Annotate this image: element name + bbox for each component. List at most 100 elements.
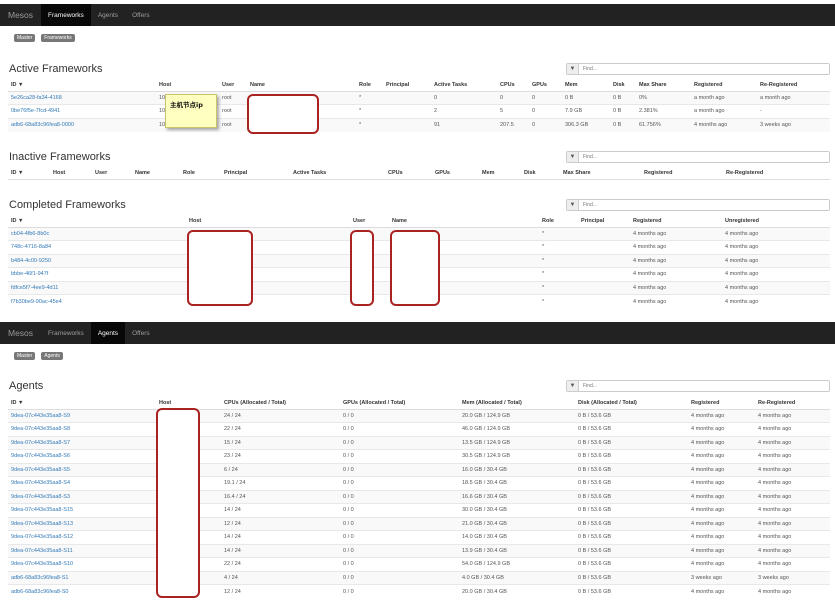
completed-filter-input[interactable] — [579, 200, 819, 210]
id-link[interactable]: 9dea-07c443e35aa8-S8 — [11, 426, 70, 432]
column-header[interactable]: Disk — [521, 168, 560, 180]
nav-agents[interactable]: Agents — [90, 322, 126, 344]
breadcrumb-frameworks[interactable]: Frameworks — [41, 34, 75, 42]
table-row[interactable]: 9dea-07c443e35aa8-S4 19.1 / 24 0 / 0 18.5 G… — [8, 476, 830, 490]
id-link[interactable]: 9dea-07c443e35aa8-S11 — [11, 548, 73, 554]
table-row[interactable]: 9dea-07c443e35aa8-S15 14 / 24 0 / 0 30.0 GB… — [8, 503, 830, 517]
column-header[interactable]: Host — [50, 168, 92, 180]
table-row[interactable]: 5e26ca28-fa34-4168 10 root * 0 0 0 0 B0 B 0% a mo… — [8, 90, 830, 105]
nav-offers[interactable]: Offers — [125, 322, 157, 344]
column-header[interactable]: Active Tasks — [431, 80, 497, 92]
column-header[interactable]: Name — [132, 168, 180, 180]
column-header[interactable]: GPUs — [529, 80, 562, 92]
column-header[interactable]: CPUs — [385, 168, 432, 180]
column-header[interactable]: Role — [356, 80, 383, 92]
column-header[interactable]: User — [350, 216, 389, 228]
table-row[interactable]: 0be76f5e-7fcd-4941 10 root * 2 5 0 7.9 GB 0 B 2.3… — [8, 104, 830, 118]
column-header[interactable]: ID ▼ — [8, 168, 50, 180]
id-link[interactable]: 9dea-07c443e35aa8-S13 — [11, 521, 73, 527]
breadcrumb-agents[interactable]: Agents — [41, 352, 63, 360]
table-row[interactable]: 9dea-07c443e35aa8-S11 14 / 24 0 / 0 13.9 GB… — [8, 543, 830, 558]
nav-frameworks[interactable]: Frameworks — [41, 4, 91, 26]
column-header[interactable]: Registered — [641, 168, 723, 180]
id-link[interactable]: 9dea-07c443e35aa8-S3 — [11, 494, 70, 500]
table-row[interactable]: adb6-68a83c96fea8-0000 10 root * 91 207.5 0 306… — [8, 117, 830, 132]
column-header[interactable]: Role — [539, 216, 578, 228]
table-row[interactable]: adb6-68a83c96fea8-S1 4 / 24 0 / 0 4.0 GB / … — [8, 570, 830, 585]
table-row[interactable]: 9dea-07c443e35aa8-S7 15 / 24 0 / 0 13.5 GB … — [8, 435, 830, 450]
agents-filter-input[interactable] — [579, 381, 819, 391]
id-link[interactable]: 9dea-07c443e35aa8-S9 — [11, 413, 70, 419]
id-link[interactable]: 0be76f5e-7fcd-4941 — [11, 108, 60, 114]
table-row[interactable]: 9dea-07c443e35aa8-S12 14 / 24 0 / 0 14.0 GB… — [8, 530, 830, 544]
mesos-brand[interactable]: Mesos — [0, 10, 41, 20]
column-header[interactable]: Name — [247, 80, 356, 92]
id-link[interactable]: 9dea-07c443e35aa8-S12 — [11, 534, 73, 540]
column-header[interactable]: Host — [156, 80, 219, 92]
column-header[interactable]: Principal — [221, 168, 290, 180]
column-header[interactable]: Principal — [383, 80, 431, 92]
id-link[interactable]: adb6-68a83c96fea8-0000 — [11, 122, 74, 128]
active-filter-input[interactable] — [579, 64, 819, 74]
column-header[interactable]: Disk (Allocated / Total) — [575, 398, 688, 410]
column-header[interactable]: Principal — [578, 216, 630, 228]
id-link[interactable]: 9dea-07c443e35aa8-S5 — [11, 467, 70, 473]
id-link[interactable]: cb04-4fb6-8b0c — [11, 231, 49, 237]
nav-offers[interactable]: Offers — [125, 4, 157, 26]
id-link[interactable]: 748c-4716-8a84 — [11, 244, 51, 250]
column-header[interactable]: ID ▼ — [8, 216, 186, 228]
column-header[interactable]: Registered — [691, 80, 757, 92]
id-link[interactable]: 9dea-07c443e35aa8-S15 — [11, 507, 73, 513]
id-link[interactable]: fdfce5f7-4ee9-4d11 — [11, 285, 58, 291]
column-header[interactable]: Name — [389, 216, 539, 228]
id-link[interactable]: adb6-68a83c96fea8-S1 — [11, 575, 69, 581]
column-header[interactable]: CPUs (Allocated / Total) — [221, 398, 340, 410]
column-header[interactable]: Mem — [479, 168, 521, 180]
column-header[interactable]: Max Share — [560, 168, 641, 180]
column-header[interactable]: ID ▼ — [8, 80, 156, 92]
column-header[interactable]: Host — [186, 216, 350, 228]
column-header[interactable]: Re-Registered — [755, 398, 830, 410]
nav-frameworks[interactable]: Frameworks — [41, 322, 91, 344]
id-link[interactable]: 9dea-07c443e35aa8-S4 — [11, 480, 70, 486]
column-header[interactable]: Re-Registered — [757, 80, 830, 92]
table-row[interactable]: 9dea-07c443e35aa8-S13 12 / 24 0 / 0 21.0 GB… — [8, 516, 830, 531]
column-header[interactable]: User — [219, 80, 247, 92]
column-header[interactable]: ID ▼ — [8, 398, 156, 410]
column-header[interactable]: Registered — [630, 216, 722, 228]
column-header[interactable]: Max Share — [636, 80, 691, 92]
id-link[interactable]: bbbe-46f1-947f — [11, 271, 48, 277]
breadcrumb-master[interactable]: Master — [14, 352, 36, 360]
column-header[interactable]: Active Tasks — [290, 168, 385, 180]
column-header[interactable]: Mem — [562, 80, 610, 92]
column-header[interactable]: User — [92, 168, 132, 180]
table-cell: 14 / 24 — [221, 543, 340, 558]
column-header[interactable]: CPUs — [497, 80, 529, 92]
breadcrumb-master[interactable]: Master — [14, 34, 36, 42]
column-header[interactable]: Unregistered — [722, 216, 830, 228]
mesos-brand[interactable]: Mesos — [0, 328, 41, 338]
table-row[interactable]: 9dea-07c443e35aa8-S8 22 / 24 0 / 0 46.0 GB … — [8, 422, 830, 436]
id-link[interactable]: 5e26ca28-fa34-4168 — [11, 95, 62, 101]
id-link[interactable]: b484-4c00-9250 — [11, 258, 51, 264]
table-row[interactable]: adb6-68a83c96fea8-S0 12 / 24 0 / 0 20.0 GB … — [8, 584, 830, 598]
column-header[interactable]: Role — [180, 168, 221, 180]
column-header[interactable]: Disk — [610, 80, 636, 92]
id-link[interactable]: 9dea-07c443e35aa8-S10 — [11, 561, 73, 567]
table-row[interactable]: 9dea-07c443e35aa8-S3 16.4 / 24 0 / 0 16.6 G… — [8, 489, 830, 504]
column-header[interactable]: GPUs (Allocated / Total) — [340, 398, 459, 410]
table-row[interactable]: 9dea-07c443e35aa8-S5 6 / 24 0 / 0 16.0 GB /… — [8, 462, 830, 477]
id-link[interactable]: f7b30be9-90ac-45e4 — [11, 299, 62, 305]
id-link[interactable]: 9dea-07c443e35aa8-S6 — [11, 453, 70, 459]
column-header[interactable]: Registered — [688, 398, 755, 410]
id-link[interactable]: 9dea-07c443e35aa8-S7 — [11, 440, 70, 446]
nav-agents[interactable]: Agents — [91, 4, 125, 26]
column-header[interactable]: Re-Registered — [723, 168, 830, 180]
column-header[interactable]: Mem (Allocated / Total) — [459, 398, 575, 410]
inactive-filter-input[interactable] — [579, 152, 819, 162]
column-header[interactable]: GPUs — [432, 168, 479, 180]
id-link[interactable]: adb6-68a83c96fea8-S0 — [11, 589, 69, 595]
table-row[interactable]: 9dea-07c443e35aa8-S10 22 / 24 0 / 0 54.0 GB… — [8, 557, 830, 571]
table-row[interactable]: 9dea-07c443e35aa8-S6 23 / 24 0 / 0 30.5 GB … — [8, 449, 830, 463]
table-row[interactable]: 9dea-07c443e35aa8-S9 24 / 24 0 / 0 20.0 GB … — [8, 408, 830, 423]
